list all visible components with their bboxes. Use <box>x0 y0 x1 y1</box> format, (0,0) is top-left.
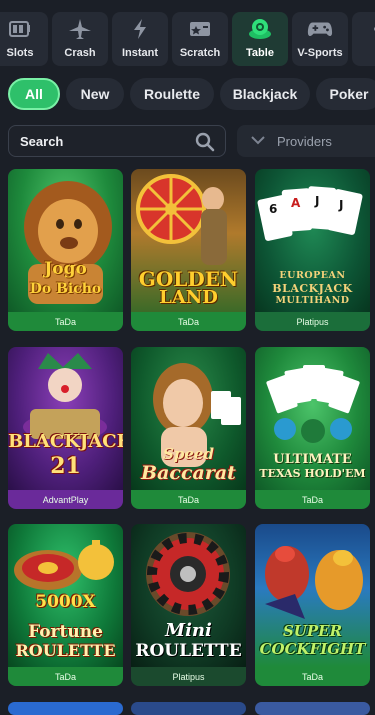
game-thumbnail: 5000X Fortune ROULETTE <box>8 524 123 667</box>
game-thumbnail: Mini ROULETTE <box>131 524 246 667</box>
category-scratch[interactable]: Scratch <box>172 12 228 66</box>
game-thumbnail: ULTIMATE TEXAS HOLD'EM <box>255 347 370 490</box>
chevron-down-icon <box>251 132 265 150</box>
lightning-icon <box>127 18 153 40</box>
game-provider: TaDa <box>255 667 370 686</box>
category-vsports[interactable]: V-Sports <box>292 12 348 66</box>
game-title-line: Mini <box>165 620 212 641</box>
svg-text:A: A <box>291 196 301 210</box>
game-title-line: 5000X <box>35 592 96 612</box>
game-provider: TaDa <box>131 312 246 331</box>
game-provider: Platipus <box>131 667 246 686</box>
game-provider: TaDa <box>131 490 246 509</box>
filter-roulette[interactable]: Roulette <box>130 78 214 110</box>
game-provider: TaDa <box>8 667 123 686</box>
game-provider: AdvantPlay <box>8 490 123 509</box>
game-provider: TaDa <box>8 312 123 331</box>
category-label: V-Sports <box>297 47 343 59</box>
slot-machine-icon <box>7 18 33 40</box>
game-thumbnail: Jogo Do Bicho <box>8 169 123 312</box>
game-title-line: BLACKJACK <box>8 431 123 452</box>
category-table[interactable]: Table <box>232 12 288 66</box>
casino-chip-icon <box>247 18 273 40</box>
plane-icon <box>67 18 93 40</box>
category-bar: Slots Crash Instant Scratch Table V-Spor… <box>0 12 375 66</box>
game-provider: TaDa <box>255 490 370 509</box>
game-title-line: BLACKJACK <box>272 282 353 295</box>
game-tile-speed-baccarat[interactable]: Speed Baccarat TaDa <box>131 347 246 509</box>
game-title-line: TEXAS HOLD'EM <box>259 467 366 480</box>
game-tile-partial[interactable] <box>255 702 370 715</box>
game-title-line: Speed <box>163 445 214 463</box>
game-thumbnail: BLACKJACK 21 <box>8 347 123 490</box>
game-thumbnail: SUPER COCKFIGHT <box>255 524 370 667</box>
game-tile-ultimate-texas-holdem[interactable]: ULTIMATE TEXAS HOLD'EM TaDa <box>255 347 370 509</box>
game-title-line: COCKFIGHT <box>259 640 366 658</box>
game-title-line: 21 <box>50 453 81 479</box>
search-label: Search <box>20 133 64 149</box>
game-thumbnail: 6 A J J EUROPEAN BLACKJACK MULTIHAND <box>255 169 370 312</box>
game-tile-european-blackjack[interactable]: 6 A J J EUROPEAN BLACKJACK MULTIHAND Pla… <box>255 169 370 331</box>
category-slots[interactable]: Slots <box>0 12 48 66</box>
search-icon[interactable] <box>195 132 215 157</box>
filter-all[interactable]: All <box>8 78 60 110</box>
game-title-line: GOLDEN <box>138 267 239 291</box>
game-provider: Platipus <box>255 312 370 331</box>
search-input[interactable]: Search <box>8 125 226 157</box>
game-title-line: ROULETTE <box>15 641 116 660</box>
category-label: Table <box>246 47 274 59</box>
game-title-line: ROULETTE <box>135 641 242 661</box>
game-tile-blackjack-21[interactable]: BLACKJACK 21 AdvantPlay <box>8 347 123 509</box>
other-icon <box>367 18 375 40</box>
game-tile-jogo-do-bicho[interactable]: Jogo Do Bicho TaDa <box>8 169 123 331</box>
providers-label: Providers <box>277 133 332 149</box>
svg-text:J: J <box>314 194 319 208</box>
game-thumbnail: Speed Baccarat <box>131 347 246 490</box>
filter-new[interactable]: New <box>66 78 124 110</box>
game-title-line: Fortune <box>28 622 103 642</box>
game-tile-partial[interactable] <box>131 702 246 715</box>
category-label: Scratch <box>179 47 221 59</box>
category-label: Slots <box>6 47 34 59</box>
game-title-line: LAND <box>159 287 218 308</box>
game-tile-super-cockfight[interactable]: SUPER COCKFIGHT TaDa <box>255 524 370 686</box>
gamepad-icon <box>307 18 333 40</box>
game-title-line: MULTIHAND <box>275 295 350 306</box>
game-title-line: Jogo <box>44 259 87 279</box>
game-tile-partial[interactable] <box>8 702 123 715</box>
game-title-line: EUROPEAN <box>279 270 346 281</box>
game-title-line: SUPER <box>282 622 343 640</box>
game-thumbnail: GOLDEN LAND <box>131 169 246 312</box>
game-tile-fortune-roulette[interactable]: 5000X Fortune ROULETTE TaDa <box>8 524 123 686</box>
game-title-line: ULTIMATE <box>273 452 352 467</box>
game-tile-mini-roulette[interactable]: Mini ROULETTE Platipus <box>131 524 246 686</box>
category-label: Crash <box>64 47 96 59</box>
svg-text:6: 6 <box>269 202 277 216</box>
game-title-line: Do Bicho <box>29 281 102 297</box>
providers-dropdown[interactable]: Providers <box>237 125 375 157</box>
game-title-line: Baccarat <box>141 462 236 484</box>
category-crash[interactable]: Crash <box>52 12 108 66</box>
category-label: Instant <box>121 47 159 59</box>
filter-bar: All New Roulette Blackjack Poker <box>0 78 375 110</box>
filter-blackjack[interactable]: Blackjack <box>220 78 310 110</box>
scratch-card-icon <box>187 18 213 40</box>
filter-poker[interactable]: Poker <box>316 78 375 110</box>
category-other[interactable]: Ot <box>352 12 375 66</box>
svg-text:J: J <box>338 198 343 212</box>
game-tile-golden-land[interactable]: GOLDEN LAND TaDa <box>131 169 246 331</box>
category-instant[interactable]: Instant <box>112 12 168 66</box>
